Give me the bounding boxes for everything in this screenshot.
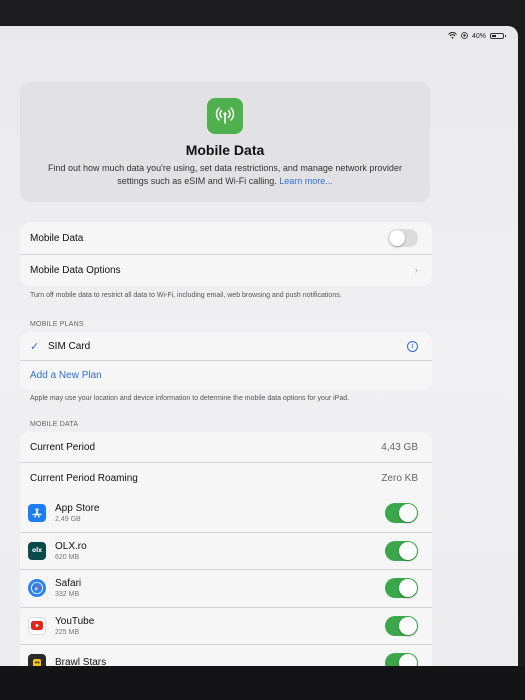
mobile-data-footer: Turn off mobile data to restrict all dat… [30, 292, 342, 299]
mobile-data-label: Mobile Data [30, 232, 84, 244]
mobile-data-options-label: Mobile Data Options [30, 265, 121, 276]
app-text: YouTube 225 MB [55, 616, 94, 636]
app-text: Safari 332 MB [55, 578, 81, 598]
roaming-label: Current Period Roaming [30, 473, 138, 484]
app-row: olx OLX.ro 620 MB [20, 531, 432, 570]
toggle-knob [399, 616, 417, 635]
roaming-value: Zero KB [381, 473, 418, 484]
app-name: Brawl Stars [55, 656, 107, 666]
toggle-knob [399, 654, 417, 666]
mobile-plans-group: ✓ SIM Card i Add a New Plan [20, 332, 432, 390]
sim-card-label: SIM Card [48, 340, 91, 352]
header-description: Find out how much data you're using, set… [40, 162, 410, 188]
page-title: Mobile Data [185, 142, 265, 158]
mobile-data-options-row[interactable]: Mobile Data Options › [20, 254, 432, 286]
mobile-data-row: Mobile Data [20, 222, 432, 254]
app-row: YouTube 225 MB [20, 606, 432, 645]
app-toggle[interactable] [385, 578, 418, 599]
mobile-data-section-header: MOBILE DATA [30, 421, 79, 428]
current-period-label: Current Period [30, 441, 96, 453]
app-name: App Store [55, 502, 100, 514]
chevron-right-icon: › [414, 265, 418, 276]
app-list: App Store 2,49 GB olx OLX.ro 620 MB Safa… [20, 494, 432, 666]
device-frame: 40% Mobile Data Find out how much data y… [0, 0, 525, 700]
app-name: Safari [55, 578, 82, 590]
roaming-row: Current Period Roaming Zero KB [20, 462, 432, 494]
app-text: App Store 2,49 GB [55, 503, 99, 523]
youtube-icon [28, 616, 46, 635]
checkmark-icon: ✓ [30, 340, 40, 353]
current-period-value: 4,43 GB [381, 441, 418, 453]
sim-card-row[interactable]: ✓ SIM Card i [20, 332, 432, 360]
mobile-plans-header: MOBILE PLANS [30, 321, 84, 328]
antenna-icon [207, 98, 243, 134]
location-icon [461, 31, 468, 41]
app-text: Brawl Stars [55, 657, 106, 666]
app-size: 2,49 GB [55, 515, 81, 523]
current-period-row: Current Period 4,43 GB [20, 432, 432, 462]
app-size: 332 MB [55, 591, 80, 599]
app-row: Brawl Stars [20, 644, 432, 666]
toggle-knob [399, 541, 417, 560]
plans-footer: Apple may use your location and device i… [30, 395, 350, 402]
description-text: Find out how much data you're using, set… [48, 163, 402, 186]
app-toggle[interactable] [385, 502, 418, 523]
add-plan-row[interactable]: Add a New Plan [20, 360, 432, 390]
app-toggle[interactable] [385, 615, 418, 636]
battery-percent: 40% [471, 32, 486, 40]
mobile-data-settings: Mobile Data Mobile Data Options › [20, 222, 432, 286]
usage-group: Current Period 4,43 GB Current Period Ro… [20, 432, 432, 666]
app-name: OLX.ro [55, 540, 87, 552]
app-toggle[interactable] [385, 540, 418, 561]
app-store-icon [28, 503, 46, 522]
brawl-stars-icon [28, 654, 46, 666]
wifi-icon [448, 31, 457, 41]
info-icon[interactable]: i [407, 340, 418, 352]
header-card: Mobile Data Find out how much data you'r… [20, 82, 430, 202]
add-new-plan-link: Add a New Plan [30, 370, 102, 381]
device-bezel [0, 666, 525, 700]
learn-more-link[interactable]: Learn more... [279, 176, 333, 186]
toggle-knob [399, 579, 417, 598]
app-toggle[interactable] [385, 653, 418, 666]
toggle-knob [399, 503, 417, 522]
status-bar: 40% [448, 30, 506, 42]
app-text: OLX.ro 620 MB [55, 541, 87, 561]
safari-icon [28, 579, 46, 598]
olx-icon: olx [28, 541, 46, 560]
mobile-data-toggle[interactable] [388, 229, 418, 247]
battery-icon [490, 33, 506, 39]
screen: 40% Mobile Data Find out how much data y… [0, 26, 518, 666]
toggle-knob [389, 230, 405, 246]
app-size: 225 MB [55, 628, 80, 636]
app-row: App Store 2,49 GB [20, 494, 432, 532]
app-size: 620 MB [55, 553, 80, 561]
app-row: Safari 332 MB [20, 569, 432, 607]
app-name: YouTube [55, 615, 95, 627]
